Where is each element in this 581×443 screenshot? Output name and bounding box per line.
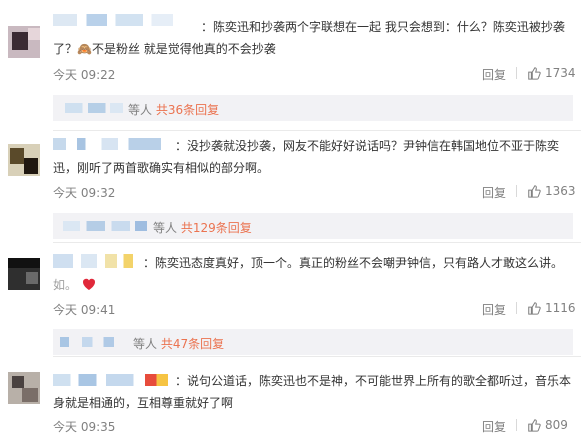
- sub-reply-summary: 等人 共129条回复: [153, 219, 252, 236]
- reply-button[interactable]: 回复: [482, 184, 506, 201]
- sub-reply-users-masked: [53, 337, 125, 347]
- red-heart-icon: [82, 278, 95, 290]
- timestamp: 今天 09:35: [53, 420, 116, 434]
- comment-text: ：陈奕迅和抄袭两个字联想在一起 我只会想到：什么？陈奕迅被抄袭了？🙈不是粉丝 就…: [53, 16, 573, 60]
- comment-text: ：没抄袭就没抄袭，网友不能好好说话吗？尹钟信在韩国地位不亚于陈奕迅，刚听了两首歌…: [53, 135, 573, 179]
- sub-reply-bar[interactable]: 等人 共129条回复: [53, 213, 573, 239]
- comment-body: ：陈奕迅态度真好，顶一个。真正的粉丝不会嘲尹钟信，只有路人才敢这么讲。: [143, 256, 564, 270]
- comment-2: ：没抄袭就没抄袭，网友不能好好说话吗？尹钟信在韩国地位不亚于陈奕迅，刚听了两首歌…: [0, 130, 581, 242]
- sub-reply-summary: 等人 共36条回复: [128, 101, 219, 118]
- sub-reply-summary: 等人 共47条回复: [133, 335, 224, 352]
- view-all-replies-link[interactable]: 共47条回复: [161, 337, 224, 351]
- thumb-up-icon[interactable]: [527, 184, 541, 198]
- comment-1: ：陈奕迅和抄袭两个字联想在一起 我只会想到：什么？陈奕迅被抄袭了？🙈不是粉丝 就…: [0, 0, 581, 130]
- comment-text: ：陈奕迅态度真好，顶一个。真正的粉丝不会嘲尹钟信，只有路人才敢这么讲。 如。: [53, 252, 573, 296]
- comment-meta: 今天 09:22 回复 1734: [53, 66, 576, 84]
- like-count[interactable]: 1734: [545, 66, 576, 80]
- timestamp: 今天 09:41: [53, 303, 116, 317]
- comment-meta: 今天 09:41 回复 1116: [53, 301, 576, 319]
- sub-reply-bar[interactable]: 等人 共36条回复: [53, 95, 573, 121]
- view-all-replies-link[interactable]: 共129条回复: [181, 221, 252, 235]
- comment-4: ：说句公道话，陈奕迅也不是神，不可能世界上所有的歌全都听过，音乐本身就是相通的，…: [0, 356, 581, 443]
- sub-reply-bar[interactable]: 等人 共47条回复: [53, 329, 573, 355]
- sub-reply-users-masked: [65, 103, 123, 113]
- thumb-up-icon[interactable]: [527, 418, 541, 432]
- thumb-up-icon[interactable]: [527, 66, 541, 80]
- comment-body: ：没抄袭就没抄袭，网友不能好好说话吗？尹钟信在韩国地位不亚于陈奕迅，刚听了两首歌…: [53, 139, 560, 175]
- comment-meta: 今天 09:35 回复 809: [53, 418, 573, 436]
- thumb-up-icon[interactable]: [527, 301, 541, 315]
- sub-reply-prefix: 等人: [133, 337, 158, 351]
- like-count[interactable]: 1363: [545, 184, 576, 198]
- like-count[interactable]: 809: [545, 418, 568, 432]
- comment-body-tail: 如。: [53, 278, 78, 292]
- divider: [516, 302, 517, 314]
- reply-button[interactable]: 回复: [482, 66, 506, 83]
- avatar[interactable]: [8, 372, 40, 404]
- timestamp: 今天 09:22: [53, 68, 116, 82]
- divider: [516, 419, 517, 431]
- divider: [516, 67, 517, 79]
- divider: [516, 185, 517, 197]
- like-count[interactable]: 1116: [545, 301, 576, 315]
- avatar[interactable]: [8, 258, 40, 290]
- comment-3: ：陈奕迅态度真好，顶一个。真正的粉丝不会嘲尹钟信，只有路人才敢这么讲。 如。 今…: [0, 242, 581, 356]
- view-all-replies-link[interactable]: 共36条回复: [156, 103, 219, 117]
- sub-reply-prefix: 等人: [128, 103, 153, 117]
- timestamp: 今天 09:32: [53, 186, 116, 200]
- avatar[interactable]: [8, 26, 40, 58]
- comment-body: ：陈奕迅和抄袭两个字联想在一起 我只会想到：什么？陈奕迅被抄袭了？🙈不是粉丝 就…: [53, 20, 565, 56]
- comment-text: ：说句公道话，陈奕迅也不是神，不可能世界上所有的歌全都听过，音乐本身就是相通的，…: [53, 370, 573, 414]
- sub-reply-prefix: 等人: [153, 221, 178, 235]
- reply-button[interactable]: 回复: [482, 418, 506, 435]
- reply-button[interactable]: 回复: [482, 301, 506, 318]
- comment-body: ：说句公道话，陈奕迅也不是神，不可能世界上所有的歌全都听过，音乐本身就是相通的，…: [53, 374, 572, 410]
- avatar[interactable]: [8, 144, 40, 176]
- comment-meta: 今天 09:32 回复 1363: [53, 184, 576, 202]
- sub-reply-users-masked: [63, 221, 147, 231]
